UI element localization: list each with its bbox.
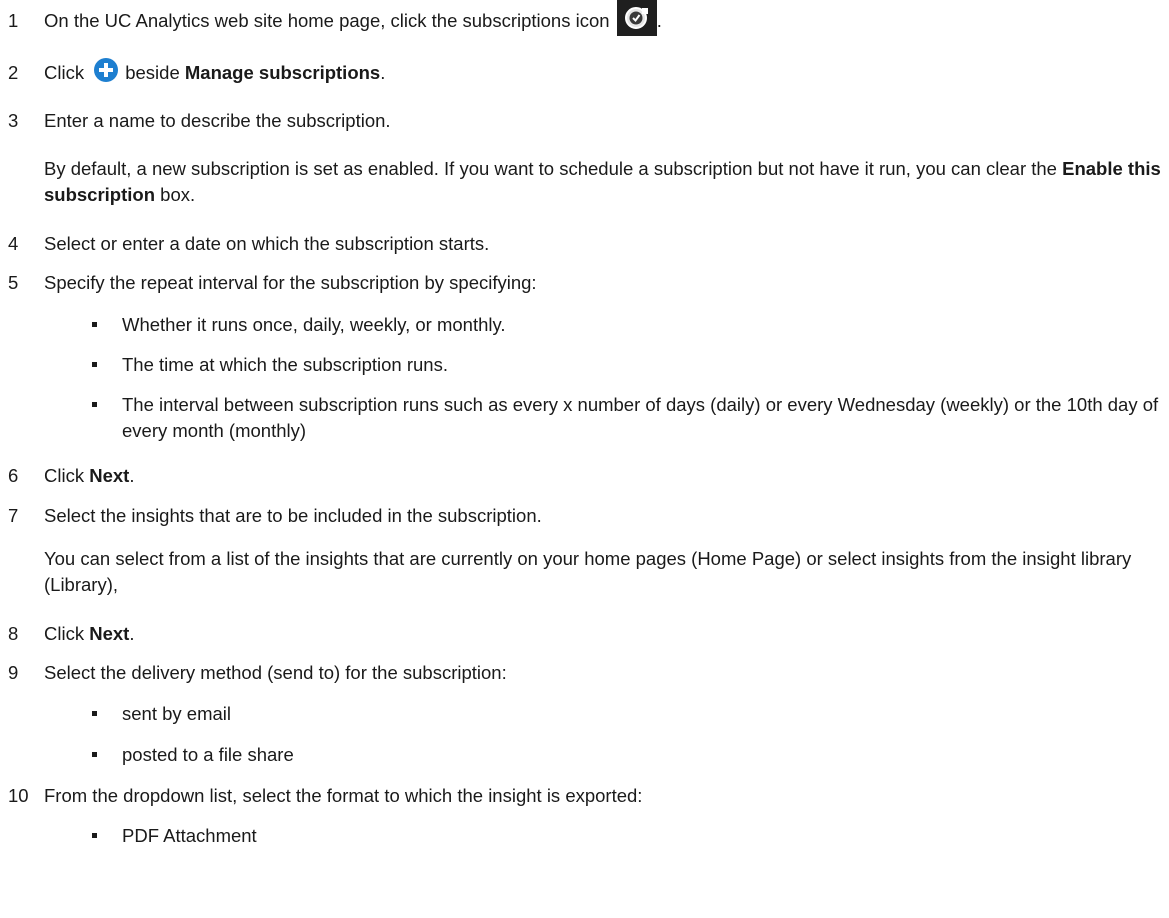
step-number: 7 bbox=[8, 505, 19, 526]
step-text: Specify the repeat interval for the subs… bbox=[44, 272, 537, 293]
step-number: 2 bbox=[8, 62, 19, 83]
subscriptions-icon bbox=[616, 0, 657, 37]
step-text: Select or enter a date on which the subs… bbox=[44, 233, 490, 254]
document-page: 1 On the UC Analytics web site home page… bbox=[0, 0, 1169, 918]
step-number: 6 bbox=[8, 465, 19, 486]
next-label: Next bbox=[89, 623, 130, 644]
plus-circle-icon bbox=[93, 57, 119, 83]
step-text-end: . bbox=[656, 10, 662, 31]
step-number: 10 bbox=[8, 785, 29, 806]
step-text: Select the insights that are to be inclu… bbox=[44, 505, 542, 526]
step-text: On the UC Analytics web site home page, … bbox=[44, 10, 610, 31]
step-text: Select the delivery method (send to) for… bbox=[44, 662, 507, 683]
step-number: 5 bbox=[8, 272, 19, 293]
step-number: 3 bbox=[8, 110, 19, 131]
next-label: Next bbox=[89, 465, 130, 486]
manage-subscriptions-label: Manage subscriptions bbox=[184, 62, 381, 83]
step-text: From the dropdown list, select the forma… bbox=[44, 785, 643, 806]
step-number: 4 bbox=[8, 233, 19, 254]
step-number: 1 bbox=[8, 10, 19, 31]
step-number: 9 bbox=[8, 662, 19, 683]
step-3-note: By default, a new subscription is set as… bbox=[44, 158, 1161, 205]
step-number: 8 bbox=[8, 623, 19, 644]
step-7-note: You can select from a list of the insigh… bbox=[44, 548, 1132, 595]
step-text: Enter a name to describe the subscriptio… bbox=[44, 110, 391, 131]
